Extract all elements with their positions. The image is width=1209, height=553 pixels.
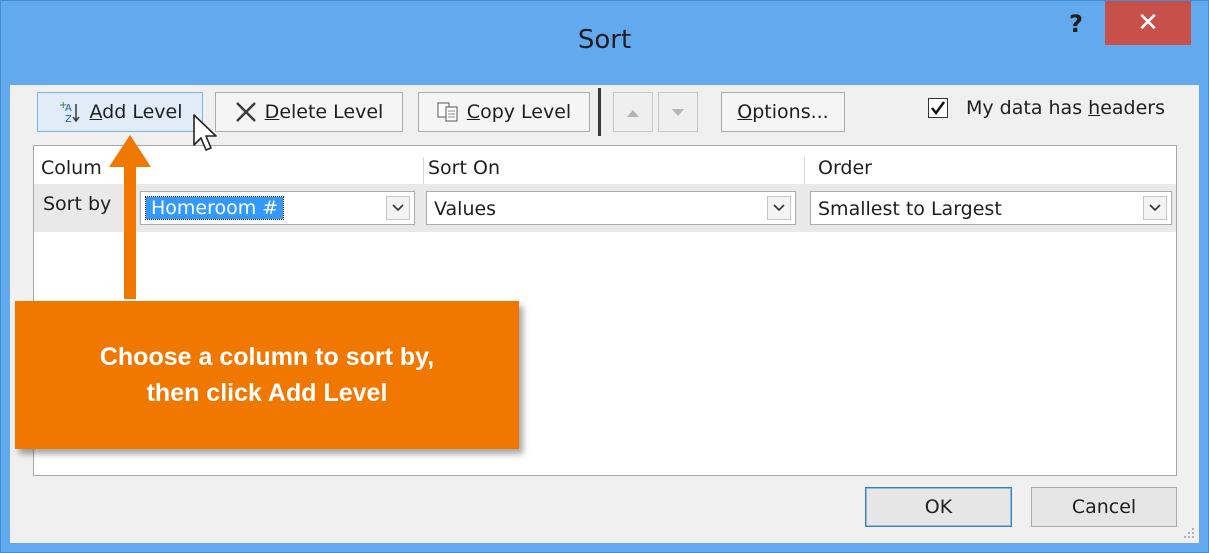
sort-on-header: Sort On: [428, 157, 500, 179]
toolbar-separator: [598, 88, 601, 136]
chevron-down-icon[interactable]: [1143, 196, 1167, 220]
order-combo[interactable]: Smallest to Largest: [810, 191, 1172, 225]
dialog-title: Sort: [577, 25, 632, 55]
headers-checkbox-label: My data has headers: [966, 97, 1165, 119]
sort-on-combo[interactable]: Values: [426, 191, 796, 225]
delete-level-button[interactable]: Delete Level: [215, 92, 403, 132]
copy-level-label: Copy Level: [466, 101, 572, 123]
help-button[interactable]: ?: [1064, 9, 1088, 39]
options-button[interactable]: Options...: [721, 92, 845, 132]
callout-arrow-icon: [109, 135, 151, 299]
move-down-button[interactable]: [658, 92, 698, 132]
checkmark-icon: [931, 101, 945, 115]
column-combo[interactable]: Homeroom #: [140, 191, 415, 225]
headers-checkbox[interactable]: [928, 98, 948, 118]
column-value: Homeroom #: [144, 196, 285, 220]
delete-level-label: Delete Level: [264, 101, 384, 123]
sort-on-value: Values: [434, 198, 497, 220]
close-button[interactable]: ✕: [1105, 1, 1191, 45]
triangle-up-icon: [626, 101, 640, 123]
sort-dialog: Sort ? ✕ + A Z Add Level Delete Level Co…: [0, 0, 1209, 553]
headers-checkbox-control[interactable]: My data has headers: [928, 97, 1165, 119]
triangle-down-icon: [671, 101, 685, 123]
cancel-button[interactable]: Cancel: [1031, 487, 1177, 527]
move-up-button[interactable]: [613, 92, 653, 132]
add-level-button[interactable]: + A Z Add Level: [37, 92, 203, 132]
copy-icon: [437, 102, 459, 122]
column-header: Colum: [41, 157, 102, 179]
svg-text:Z: Z: [65, 114, 72, 124]
ok-button[interactable]: OK: [865, 487, 1012, 527]
options-label: Options...: [737, 101, 829, 123]
sort-level-row[interactable]: Sort by Homeroom # Values Smallest to La…: [34, 184, 1176, 232]
mouse-cursor-icon: [193, 114, 217, 151]
sort-by-label: Sort by: [43, 193, 112, 215]
callout-line-2: then click Add Level: [146, 379, 388, 407]
copy-level-button[interactable]: Copy Level: [418, 92, 590, 132]
resize-grip-icon[interactable]: [1183, 527, 1195, 539]
order-value: Smallest to Largest: [818, 198, 1002, 220]
add-level-label: Add Level: [89, 101, 183, 123]
sort-az-icon: + A Z: [58, 100, 82, 124]
chevron-down-icon[interactable]: [767, 196, 791, 220]
delete-x-icon: [235, 101, 257, 123]
svg-text:A: A: [65, 103, 72, 114]
title-bar[interactable]: Sort ? ✕: [1, 1, 1208, 85]
order-header: Order: [818, 157, 872, 179]
instruction-callout: Choose a column to sort by, then click A…: [15, 301, 519, 449]
callout-line-1: Choose a column to sort by,: [99, 343, 435, 371]
chevron-down-icon[interactable]: [386, 196, 410, 220]
